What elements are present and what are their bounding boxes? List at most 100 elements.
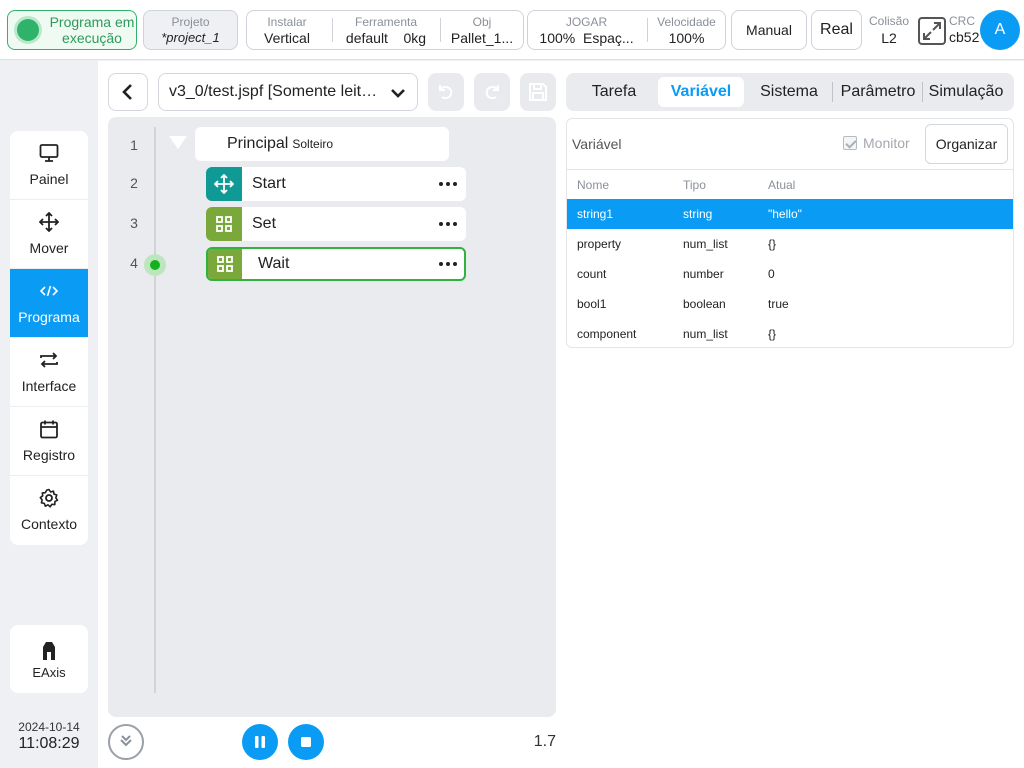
tree-node-wait[interactable]: Wait: [206, 247, 466, 281]
column-header-type: Tipo: [683, 178, 706, 192]
obj-caption: Obj: [472, 15, 492, 29]
install-value: Vertical: [264, 30, 310, 46]
collapse-triangle-icon[interactable]: [169, 136, 187, 149]
chevron-down-icon: [391, 89, 405, 98]
collapse-all-button[interactable]: [108, 724, 144, 760]
main-content: v3_0/test.jspf [Somente leitura] 1 Princ…: [98, 61, 1024, 768]
tab-variavel[interactable]: Variável: [658, 77, 744, 107]
var-name: property: [577, 237, 622, 251]
back-button[interactable]: [108, 73, 148, 111]
sidebar-item-eaxis[interactable]: EAxis: [10, 625, 88, 693]
organize-button[interactable]: Organizar: [925, 124, 1008, 164]
node-label: Wait: [258, 255, 290, 272]
pause-button[interactable]: [242, 724, 278, 760]
obj-value: Pallet_1...: [450, 30, 514, 46]
move-arrows-icon: [206, 167, 242, 201]
undo-button[interactable]: [428, 73, 464, 111]
speed-caption: Velocidade: [657, 15, 716, 29]
manual-mode-button[interactable]: Manual: [731, 10, 807, 50]
sidebar-item-label: Interface: [21, 378, 77, 394]
sidebar-item-registro[interactable]: Registro: [10, 407, 88, 476]
sidebar: Painel Mover Programa Interface Registro…: [0, 61, 98, 768]
program-status-indicator[interactable]: Programa em execução: [7, 10, 137, 50]
var-name: component: [577, 327, 637, 341]
stop-icon: [301, 737, 311, 747]
var-current: true: [768, 297, 789, 311]
node-label: Start: [252, 175, 286, 192]
top-status-bar: Programa em execução Projeto *project_1 …: [0, 0, 1024, 60]
tree-node-set[interactable]: Set: [206, 207, 466, 241]
sidebar-item-interface[interactable]: Interface: [10, 338, 88, 407]
checkbox-icon: [843, 136, 857, 150]
node-label: Set: [252, 215, 277, 232]
table-row[interactable]: component num_list {}: [567, 319, 1013, 349]
more-options-icon[interactable]: [438, 216, 458, 232]
program-tree: 1 Principal Solteiro 2 Start 3 Set 4 Wai…: [108, 117, 556, 717]
table-row[interactable]: count number 0: [567, 259, 1013, 289]
monitor-checkbox[interactable]: Monitor: [843, 135, 910, 151]
swap-arrows-icon: [40, 352, 58, 368]
tab-parametro[interactable]: Parâmetro: [836, 77, 920, 107]
grid-icon: [208, 249, 242, 279]
var-current: {}: [768, 237, 777, 251]
stop-button[interactable]: [288, 724, 324, 760]
save-icon: [529, 83, 547, 101]
var-type: boolean: [683, 297, 726, 311]
project-name: *project_1: [161, 30, 220, 45]
eaxis-icon: [43, 642, 55, 660]
version-label: 1.7: [533, 733, 556, 750]
collision-caption: Colisão: [868, 14, 910, 28]
tree-node-start[interactable]: Start: [206, 167, 466, 201]
more-options-icon[interactable]: [438, 176, 458, 192]
jog-speed-box[interactable]: JOGAR 100% Espaç... Velocidade 100%: [527, 10, 726, 50]
more-options-icon[interactable]: [438, 256, 458, 272]
right-panel-tabs: Tarefa Variável Sistema Parâmetro Simula…: [566, 73, 1014, 111]
crc-caption: CRC: [949, 14, 975, 28]
var-current: 0: [768, 267, 775, 281]
table-row[interactable]: property num_list {}: [567, 229, 1013, 259]
tool-caption: Ferramenta: [354, 15, 418, 29]
tool-name: default: [345, 30, 388, 46]
install-caption: Instalar: [267, 15, 307, 29]
jog-space: Espaç...: [583, 30, 634, 46]
var-name: count: [577, 267, 607, 281]
sidebar-item-contexto[interactable]: Contexto: [10, 476, 88, 545]
expand-icon[interactable]: [917, 16, 947, 46]
sidebar-item-painel[interactable]: Painel: [10, 131, 88, 200]
table-row[interactable]: string1 string "hello": [567, 199, 1013, 229]
sidebar-item-label: Contexto: [20, 516, 78, 532]
table-row[interactable]: bool1 boolean true: [567, 289, 1013, 319]
variable-panel: Variável Monitor Organizar Nome Tipo Atu…: [566, 118, 1014, 348]
tree-node-principal[interactable]: Principal Solteiro: [195, 127, 449, 161]
tab-tarefa[interactable]: Tarefa: [574, 77, 654, 107]
line-number: 1: [130, 137, 138, 153]
divider: [567, 169, 1013, 170]
user-avatar[interactable]: A: [980, 10, 1020, 50]
sidebar-item-mover[interactable]: Mover: [10, 200, 88, 269]
sidebar-item-programa[interactable]: Programa: [10, 269, 88, 338]
node-label: Principal: [227, 135, 289, 152]
redo-button[interactable]: [474, 73, 510, 111]
real-mode-button[interactable]: Real: [811, 10, 862, 50]
monitor-icon: [39, 144, 59, 162]
running-status-dot: [17, 19, 39, 41]
program-file-select[interactable]: v3_0/test.jspf [Somente leitura]: [158, 73, 418, 111]
var-type: string: [683, 207, 713, 221]
sidebar-item-label: Painel: [29, 171, 69, 187]
project-selector[interactable]: Projeto *project_1: [143, 10, 238, 50]
installation-info-box[interactable]: Instalar Vertical Ferramenta default 0kg…: [246, 10, 524, 50]
crc-value: cb52: [949, 29, 980, 45]
sidebar-nav: Painel Mover Programa Interface Registro…: [10, 131, 88, 545]
sidebar-item-label: Registro: [22, 447, 76, 463]
speed-segment: Velocidade 100%: [648, 11, 725, 49]
tab-simulacao[interactable]: Simulação: [926, 77, 1006, 107]
tab-sistema[interactable]: Sistema: [748, 77, 830, 107]
tool-value: default 0kg: [333, 30, 439, 46]
collision-value: L2: [881, 30, 897, 46]
eaxis-label: EAxis: [32, 665, 66, 680]
collision-level[interactable]: Colisão L2: [866, 14, 912, 46]
program-status-text: Programa em execução: [49, 14, 135, 46]
jog-caption: JOGAR: [565, 15, 608, 29]
var-type: number: [683, 267, 724, 281]
save-button[interactable]: [520, 73, 556, 111]
